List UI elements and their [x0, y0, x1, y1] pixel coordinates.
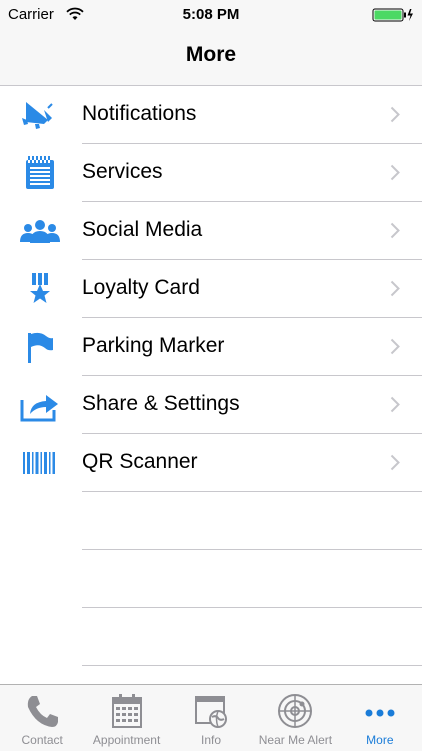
medal-star-icon: [30, 273, 50, 303]
globe-window-icon: [195, 696, 228, 728]
tab-label: Info: [201, 733, 222, 747]
calendar-icon: [111, 694, 142, 728]
menu-item-loyalty-card[interactable]: Loyalty Card: [0, 260, 422, 318]
tab-label: Appointment: [92, 733, 161, 747]
menu-item-label: Parking Marker: [82, 334, 225, 357]
menu-item-notifications[interactable]: Notifications: [0, 86, 422, 144]
tab-label: More: [366, 733, 394, 747]
menu-item-qr-scanner[interactable]: QR Scanner: [0, 434, 422, 492]
menu-item-label: Share & Settings: [82, 392, 240, 415]
tab-contact[interactable]: Contact: [0, 685, 84, 751]
menu-item-share-settings[interactable]: Share & Settings: [0, 376, 422, 434]
chevron-right-icon: [390, 164, 400, 181]
share-icon: [20, 395, 58, 422]
barcode-icon: [23, 452, 55, 474]
people-icon: [20, 220, 60, 243]
empty-table-row: [0, 550, 422, 608]
menu-item-label: Services: [82, 160, 163, 183]
menu-item-social-media[interactable]: Social Media: [0, 202, 422, 260]
chevron-right-icon: [390, 396, 400, 413]
empty-table-row: [0, 492, 422, 550]
tab-near-me-alert[interactable]: Near Me Alert: [253, 685, 337, 751]
tab-more[interactable]: More: [338, 685, 422, 751]
menu-item-label: Loyalty Card: [82, 276, 200, 299]
clock-label: 5:08 PM: [182, 6, 240, 23]
chevron-right-icon: [390, 222, 400, 239]
flag-icon: [28, 332, 53, 363]
chevron-right-icon: [390, 338, 400, 355]
more-menu-list: Notifications Services Social Media Loya…: [0, 86, 422, 666]
empty-table-row: [0, 608, 422, 666]
tab-label: Near Me Alert: [258, 733, 333, 747]
phone-icon: [28, 696, 59, 727]
tab-bar: Contact Appointment Info Near Me Alert M…: [0, 684, 422, 751]
more-dots-icon: [365, 709, 395, 717]
battery-icon: [372, 8, 413, 22]
menu-item-label: QR Scanner: [82, 450, 198, 473]
tab-appointment[interactable]: Appointment: [84, 685, 168, 751]
radar-icon: [278, 694, 313, 728]
menu-item-services[interactable]: Services: [0, 144, 422, 202]
chevron-right-icon: [390, 106, 400, 123]
chevron-right-icon: [390, 280, 400, 297]
status-bar: Carrier 5:08 PM: [0, 0, 422, 30]
row-divider: [82, 665, 422, 666]
menu-item-label: Notifications: [82, 102, 197, 125]
chevron-right-icon: [390, 454, 400, 471]
navigation-bar: More: [0, 30, 422, 86]
menu-item-label: Social Media: [82, 218, 203, 241]
menu-item-parking-marker[interactable]: Parking Marker: [0, 318, 422, 376]
tab-label: Contact: [21, 733, 63, 747]
page-title: More: [185, 43, 237, 66]
tab-info[interactable]: Info: [169, 685, 253, 751]
notepad-icon: [26, 156, 54, 189]
megaphone-icon: [22, 102, 53, 129]
